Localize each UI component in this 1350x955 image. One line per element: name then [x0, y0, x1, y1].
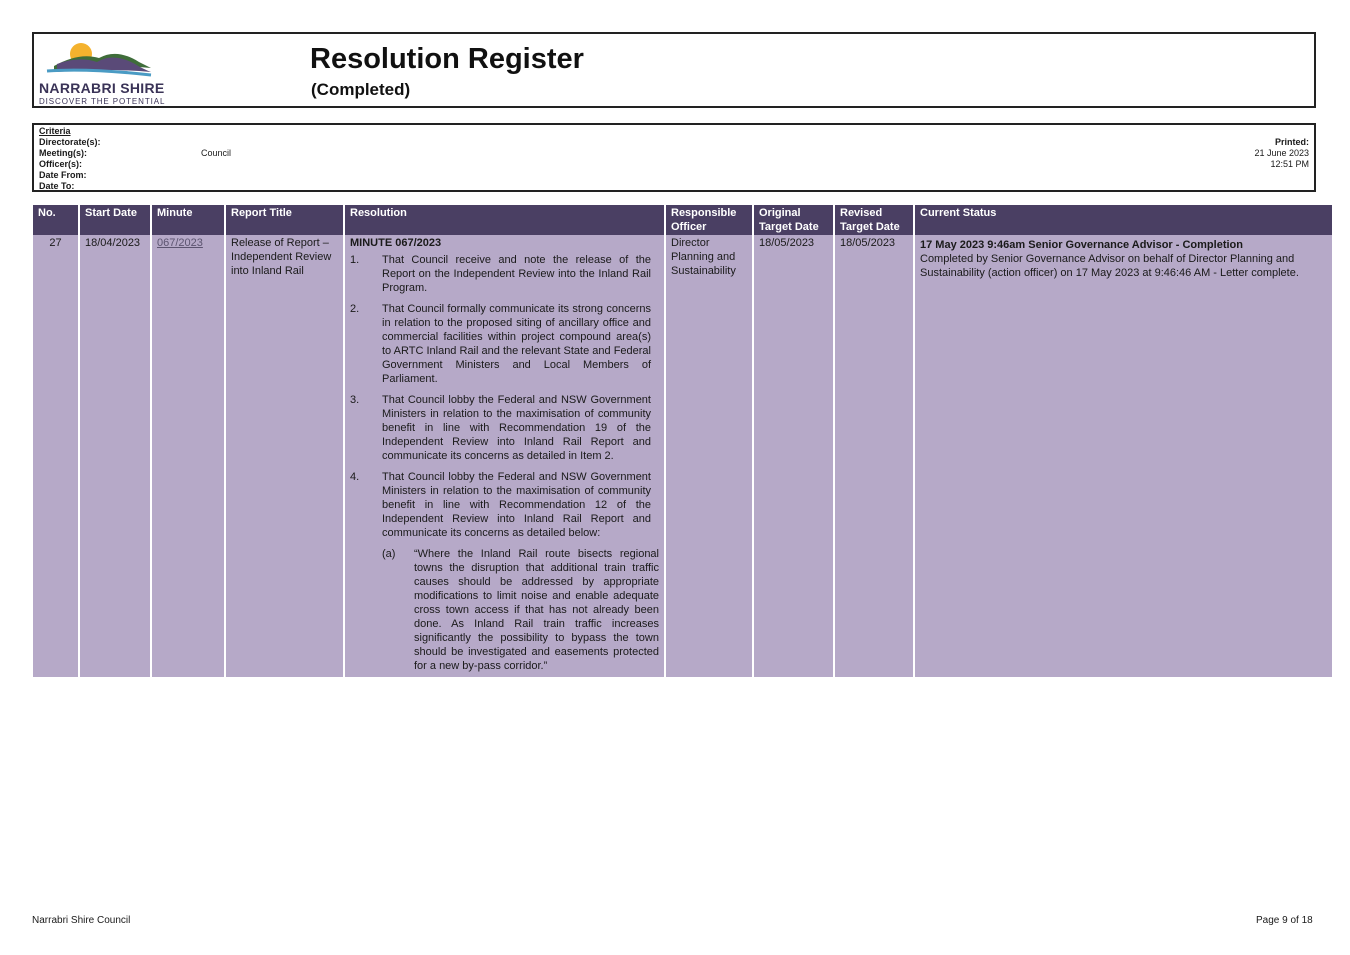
- resolution-item-number: 1.: [350, 254, 360, 266]
- resolution-item-number: 4.: [350, 471, 360, 483]
- resolution-item: 3. That Council lobby the Federal and NS…: [350, 393, 659, 463]
- criteria-date-from-label: Date From:: [39, 170, 87, 180]
- table-header-row: No. Start Date Minute Report Title Resol…: [33, 205, 1332, 235]
- resolution-sub-item: (a) “Where the Inland Rail route bisects…: [382, 547, 659, 673]
- printed-date: 21 June 2023: [1254, 148, 1309, 158]
- cell-resolution: MINUTE 067/2023 1. That Council receive …: [343, 235, 665, 677]
- cell-start-date: 18/04/2023: [78, 235, 151, 677]
- resolution-item: 2. That Council formally communicate its…: [350, 302, 659, 386]
- logo-name: NARRABRI SHIRE: [39, 80, 165, 96]
- col-header-start-date: Start Date: [78, 205, 151, 235]
- page-subtitle: (Completed): [311, 80, 411, 99]
- logo-tagline: DISCOVER THE POTENTIAL: [39, 97, 166, 106]
- footer-organisation: Narrabri Shire Council: [32, 915, 131, 926]
- footer-page-number: Page 9 of 18: [1256, 915, 1313, 926]
- criteria-panel: Criteria Directorate(s): Meeting(s): Off…: [32, 123, 1316, 192]
- cell-no: 27: [33, 235, 79, 677]
- cell-minute: 067/2023: [150, 235, 225, 677]
- criteria-meeting-label: Meeting(s):: [39, 148, 87, 158]
- resolution-sub-text: “Where the Inland Rail route bisects reg…: [414, 548, 659, 672]
- resolution-item: 4. That Council lobby the Federal and NS…: [350, 470, 659, 540]
- resolution-heading: MINUTE 067/2023: [350, 237, 442, 249]
- cell-current-status: 17 May 2023 9:46am Senior Governance Adv…: [913, 235, 1332, 677]
- resolution-sub-label: (a): [382, 548, 396, 560]
- resolution-table: No. Start Date Minute Report Title Resol…: [33, 205, 1332, 677]
- col-header-minute: Minute: [150, 205, 225, 235]
- printed-time: 12:51 PM: [1270, 159, 1309, 169]
- minute-link[interactable]: 067/2023: [157, 237, 203, 249]
- cell-original-target-date: 18/05/2023: [752, 235, 834, 677]
- resolution-item-text: That Council formally communicate its st…: [382, 303, 651, 385]
- resolution-item: 1. That Council receive and note the rel…: [350, 253, 659, 295]
- report-header: NARRABRI SHIRE DISCOVER THE POTENTIAL Re…: [32, 32, 1316, 108]
- criteria-directorate-label: Directorate(s):: [39, 137, 101, 147]
- criteria-heading: Criteria: [39, 126, 71, 136]
- criteria-officer-label: Officer(s):: [39, 159, 83, 169]
- resolution-item-number: 2.: [350, 303, 360, 315]
- criteria-labels: Criteria Directorate(s): Meeting(s): Off…: [39, 126, 101, 192]
- col-header-no: No.: [33, 205, 79, 235]
- cell-responsible-officer: Director Planning and Sustainability: [664, 235, 753, 677]
- cell-report-title: Release of Report – Independent Review i…: [224, 235, 344, 677]
- col-header-original-target-date: Original Target Date: [752, 205, 834, 235]
- page-title: Resolution Register: [310, 43, 584, 75]
- col-header-current-status: Current Status: [913, 205, 1332, 235]
- resolution-item-number: 3.: [350, 394, 360, 406]
- criteria-meeting-value: Council: [201, 148, 232, 158]
- status-text: Completed by Senior Governance Advisor o…: [920, 253, 1299, 279]
- col-header-responsible-officer: Responsible Officer: [664, 205, 753, 235]
- resolution-item-text: That Council receive and note the releas…: [382, 254, 651, 294]
- table-row: 27 18/04/2023 067/2023 Release of Report…: [33, 235, 1332, 677]
- status-title: 17 May 2023 9:46am Senior Governance Adv…: [920, 239, 1243, 251]
- printed-label: Printed:: [1274, 137, 1309, 147]
- criteria-date-to-label: Date To:: [39, 181, 75, 191]
- col-header-resolution: Resolution: [343, 205, 665, 235]
- printed-info: Printed: 21 June 2023 12:51 PM: [1254, 137, 1309, 170]
- col-header-report-title: Report Title: [224, 205, 344, 235]
- resolution-item-text: That Council lobby the Federal and NSW G…: [382, 471, 651, 539]
- resolution-item-text: That Council lobby the Federal and NSW G…: [382, 394, 651, 462]
- col-header-revised-target-date: Revised Target Date: [833, 205, 914, 235]
- cell-revised-target-date: 18/05/2023: [833, 235, 914, 677]
